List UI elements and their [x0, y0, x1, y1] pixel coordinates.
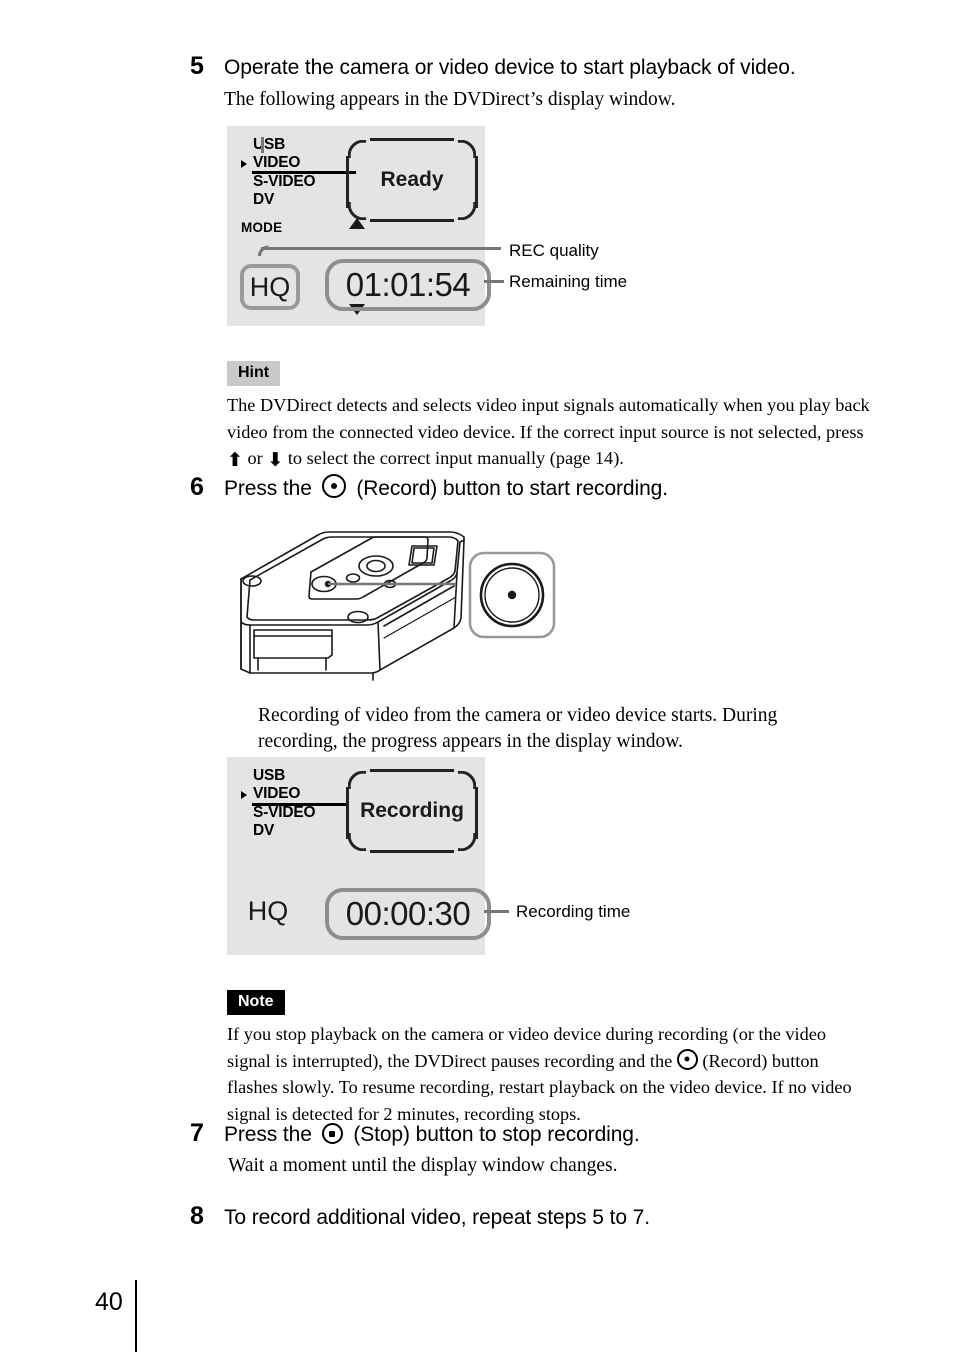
step-6-title-part-1: Press the	[224, 477, 312, 500]
step-8-heading: 8 To record additional video, repeat ste…	[190, 1202, 890, 1231]
status-box-recording: Recording	[346, 769, 478, 853]
source-item-usb: USB	[253, 136, 286, 153]
page-number: 40	[95, 1288, 123, 1316]
display-window-ready: USB VIDEO S-VIDEO DV MODE Ready HQ 01:01…	[227, 126, 491, 326]
recording-time-callout-label: Recording time	[516, 902, 631, 921]
status-text-ready: Ready	[380, 168, 444, 191]
rec-quality-value-rec: HQ	[247, 895, 289, 926]
rec-quality-callout-line	[261, 247, 501, 250]
step-5-title: Operate the camera or video device to st…	[224, 56, 796, 79]
recording-time-callout-line	[484, 910, 509, 913]
source-item-dv-rec: DV	[253, 821, 275, 839]
recording-time-value: 00:00:30	[325, 888, 491, 940]
step-7-heading: 7 Press the (Stop) button to stop record…	[190, 1119, 890, 1148]
rec-quality-callout-label: REC quality	[509, 241, 599, 260]
hint-text: The DVDirect detects and selects video i…	[227, 392, 875, 475]
rec-quality-callout-stem	[261, 137, 264, 153]
source-item-s-video-rec: S-VIDEO	[253, 803, 316, 821]
source-item-video-rec: VIDEO	[241, 785, 315, 803]
step-6-number: 6	[190, 473, 204, 501]
record-button-callout	[468, 551, 556, 639]
step-5: 5 Operate the camera or video device to …	[190, 52, 890, 113]
step-8-number: 8	[190, 1202, 204, 1230]
step-6-heading: 6 Press the (Record) button to start rec…	[190, 473, 890, 502]
step-5-heading: 5 Operate the camera or video device to …	[190, 52, 890, 81]
status-text-recording: Recording	[360, 799, 464, 822]
rec-quality-value: HQ	[240, 264, 300, 310]
mode-label: MODE	[241, 220, 283, 235]
status-box-ready: Ready	[346, 138, 478, 222]
step-6-title-part-2: (Record) button to start recording.	[356, 477, 668, 500]
step-5-body: The following appears in the DVDirect’s …	[224, 88, 676, 110]
source-item-s-video: S-VIDEO	[253, 172, 316, 190]
step-6: 6 Press the (Record) button to start rec…	[190, 473, 890, 502]
arrow-down-icon: ⬇	[267, 449, 284, 472]
scroll-up-indicator	[349, 218, 365, 229]
selected-source-underline-rec	[252, 803, 348, 806]
step-7-title-part-1: Press the	[224, 1123, 312, 1146]
remaining-time-callout-label: Remaining time	[509, 272, 628, 291]
step-7-title-part-2: (Stop) button to stop recording.	[353, 1123, 640, 1146]
step-6-body: Recording of video from the camera or vi…	[258, 705, 778, 753]
note-text: If you stop playback on the camera or vi…	[227, 1021, 872, 1127]
source-item-dv: DV	[253, 190, 275, 208]
stop-icon	[321, 1123, 343, 1144]
step-6-title: Press the (Record) button to start recor…	[224, 474, 668, 501]
hint-text-or: or	[247, 448, 263, 469]
remaining-time-callout-line	[484, 280, 504, 283]
step-7-title: Press the (Stop) button to stop recordin…	[224, 1123, 640, 1147]
rec-quality-callout-elbow	[258, 245, 269, 257]
source-item-usb-rec: USB	[253, 767, 286, 784]
step-5-number: 5	[190, 52, 204, 80]
source-item-video: VIDEO	[241, 154, 315, 172]
step-8-title: To record additional video, repeat steps…	[224, 1206, 650, 1229]
record-icon	[321, 474, 346, 498]
remaining-time-value: 01:01:54	[325, 259, 491, 311]
arrow-up-icon: ⬆	[227, 449, 243, 472]
step-8: 8 To record additional video, repeat ste…	[190, 1202, 890, 1231]
display-window-recording: USB VIDEO S-VIDEO DV Recording HQ 00:00:…	[227, 757, 491, 955]
step-7-body: Wait a moment until the display window c…	[228, 1154, 618, 1176]
hint-text-part-1: The DVDirect detects and selects video i…	[227, 395, 870, 442]
step-7: 7 Press the (Stop) button to stop record…	[190, 1119, 890, 1179]
hint-text-part-2: to select the correct input manually (pa…	[287, 448, 624, 469]
step-7-number: 7	[190, 1119, 204, 1147]
hint-badge: Hint	[227, 361, 281, 386]
note-badge: Note	[227, 990, 285, 1015]
selected-source-underline	[252, 171, 356, 174]
page-footer-rule	[135, 1280, 137, 1352]
record-icon-inline-note	[676, 1048, 698, 1070]
